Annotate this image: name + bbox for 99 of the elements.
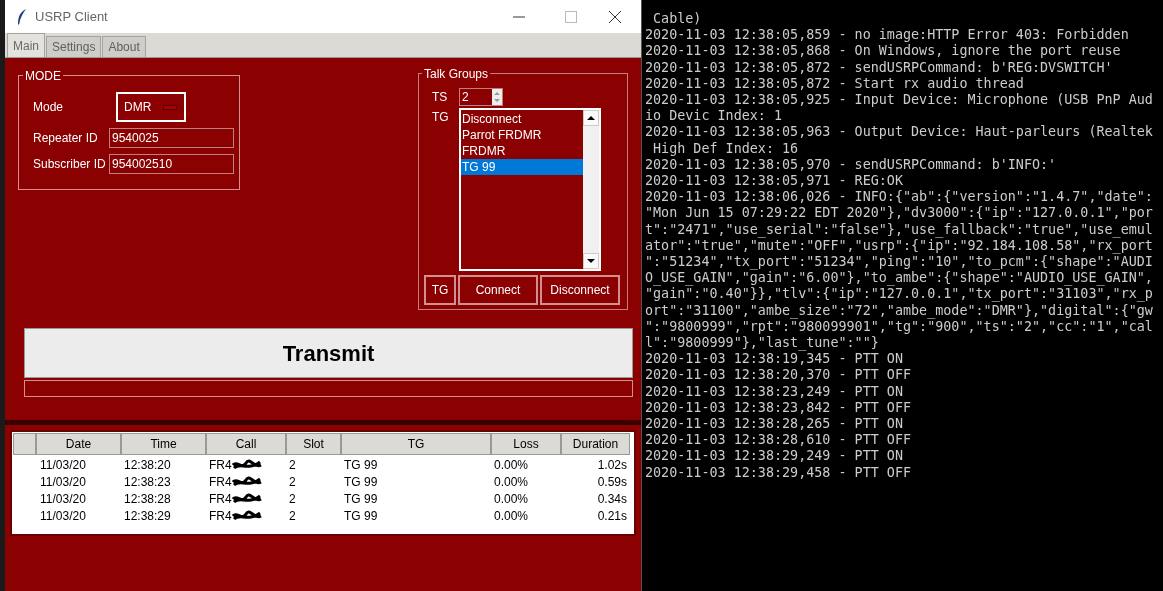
scroll-up-icon[interactable]	[583, 110, 599, 126]
redaction-scribble-icon	[231, 458, 262, 471]
console-line: 2020-11-03 12:38:23,249 - PTT ON	[645, 383, 904, 400]
action-button[interactable]: TG	[424, 275, 456, 305]
talk-group-listbox[interactable]: Disconnect Parrot FRDMR FRDMR TG 99	[459, 108, 601, 271]
column-header[interactable]: TG	[341, 433, 491, 455]
console-line: 2020-11-03 12:38:05,970 - sendUSRPCommand: b'INFO:'	[645, 156, 1058, 174]
table-cell-text: 12:38:20	[124, 456, 171, 474]
table-cell-text: 0.00%	[494, 473, 529, 491]
table-cell-text: 12:38:28	[124, 490, 171, 508]
console-line: Cable)	[652, 11, 703, 28]
scrollbar[interactable]	[583, 110, 599, 269]
table-cell-text: 12:38:29	[124, 507, 171, 525]
list-item[interactable]: Disconnect	[461, 111, 583, 127]
console-line: 2020-11-03 12:38:29,458 - PTT OFF	[645, 464, 913, 481]
action-button[interactable]: Connect	[458, 275, 538, 305]
table-cell-text: 11/03/20	[40, 473, 86, 491]
table-cell-text: FR4	[209, 507, 232, 525]
console-line: ator":"true","mute":"OFF","usrp":{"ip":"92.184.108.58","rx_port	[645, 237, 1154, 255]
console-line: 2020-11-03 12:38:05,925 - Input Device: Microphone (USB PnP Aud	[645, 92, 1154, 109]
maximize-icon[interactable]	[565, 10, 577, 23]
mode-label: Mode	[33, 99, 65, 116]
console-line: High Def Index: 16	[652, 140, 800, 157]
console-line: 2020-11-03 12:38:23,842 - PTT OFF	[645, 399, 913, 417]
table-cell-text: 0.00%	[494, 490, 529, 508]
redaction-scribble-icon	[231, 492, 262, 505]
table-cell-text: 11/03/20	[40, 507, 86, 525]
mode-dropdown[interactable]: DMR	[116, 92, 186, 122]
tab[interactable]: About	[102, 36, 146, 57]
console-line: ":"51234","tx_port":"51234","ping":"10","to_pcm":{"shape":"AUDI	[645, 254, 1154, 271]
table-cell-text: 0.21s	[597, 507, 627, 525]
column-header[interactable]: Slot	[286, 433, 341, 455]
spinner-arrows-icon[interactable]	[492, 89, 502, 105]
input-field[interactable]: 9540025	[109, 128, 234, 148]
input-field[interactable]: 954002510	[109, 154, 234, 174]
console-line: 2020-11-03 12:38:05,971 - REG:OK	[645, 173, 904, 190]
action-button[interactable]: Disconnect	[540, 275, 620, 305]
table-cell-text: 11/03/20	[40, 456, 86, 474]
console-line: 2020-11-03 12:38:05,872 - sendUSRPCommand: b'REG:DVSWITCH'	[645, 59, 1114, 76]
table-cell-text: TG 99	[344, 490, 378, 508]
list-item[interactable]: Parrot FRDMR	[461, 127, 583, 143]
scroll-down-icon[interactable]	[583, 253, 599, 269]
column-header[interactable]: Time	[121, 433, 206, 455]
table-cell-text: TG 99	[344, 507, 378, 525]
table-cell-text: 11/03/20	[40, 490, 86, 508]
transmit-button[interactable]: Transmit	[24, 328, 633, 378]
console-line: ":"9800999","rpt":"980099901","tg":"900","ts":"2","cc":"1","cal	[645, 318, 1154, 336]
console-line: 2020-11-03 12:38:05,868 - On Windows, ignore the port reuse	[645, 43, 1122, 60]
console-line: 2020-11-03 12:38:05,859 - no image:HTTP Error 403: Forbidden	[645, 27, 1130, 44]
table-cell-text: 2	[289, 473, 296, 491]
list-item[interactable]: TG 99	[461, 159, 583, 175]
column-header[interactable]	[13, 433, 36, 455]
close-icon[interactable]	[609, 10, 621, 23]
table-cell-text: TG 99	[344, 456, 378, 474]
table-cell-text: 0.00%	[494, 507, 529, 525]
column-header[interactable]: Duration	[561, 433, 630, 455]
ts-label: TS	[432, 89, 449, 106]
console-line: 2020-11-03 12:38:05,872 - Start rx audio thread	[645, 75, 1025, 92]
table-cell-text: 12:38:23	[124, 473, 171, 491]
tab[interactable]: Settings	[46, 36, 102, 57]
redaction-scribble-icon	[231, 475, 262, 488]
tg-label: TG	[432, 109, 450, 126]
feather-icon	[17, 8, 27, 25]
column-header[interactable]: Call	[206, 433, 286, 455]
table-cell-text: FR4	[209, 473, 232, 491]
console-line: 2020-11-03 12:38:29,249 - PTT ON	[645, 448, 904, 465]
field-label: Repeater ID	[33, 130, 99, 147]
column-header[interactable]: Loss	[491, 433, 561, 455]
ts-spinbox[interactable]: 2	[459, 88, 503, 106]
console-line: ort":"31100","ambe_size":"72","ambe_mode":"DMR"},"digital":{"gw	[645, 302, 1154, 319]
redaction-scribble-icon	[231, 509, 262, 522]
console-line: 2020-11-03 12:38:05,963 - Output Device: Haut-parleurs (Realtek	[645, 124, 1154, 141]
table-cell-text: 2	[289, 456, 296, 474]
console-line: O_USE_GAIN","gain":"6.00"},"to_ambe":{"shape":"AUDIO_USE_GAIN",	[645, 270, 1154, 287]
console-line: 2020-11-03 12:38:20,370 - PTT OFF	[645, 367, 913, 384]
console-line: 2020-11-03 12:38:28,265 - PTT ON	[645, 416, 904, 433]
console-line: io Devic Index: 1	[645, 108, 784, 125]
console-line: "Mon Jun 15 07:29:22 EDT 2020"},"dv3000":{"ip":"127.0.0.1","por	[645, 205, 1154, 222]
console-line: "gain":"0.40"}},"tlv":{"ip":"127.0.0.1","tx_port":"31103","rx_p	[645, 286, 1154, 303]
field-label: Subscriber ID	[33, 156, 107, 173]
table-cell-text: 0.59s	[597, 473, 627, 491]
table-cell-text: 2	[289, 507, 296, 525]
console-line: 2020-11-03 12:38:19,345 - PTT ON	[645, 351, 904, 368]
column-header[interactable]: Date	[36, 433, 121, 455]
table-cell-text: 0.34s	[597, 490, 627, 508]
console-line: t":"2471","use_serial":"false"},"use_fallback":"true","use_emul	[645, 221, 1154, 238]
table-cell-text: FR4	[209, 490, 232, 508]
window-title: USRP Client	[35, 7, 108, 26]
tab[interactable]: Main	[7, 33, 45, 57]
table-cell-text: FR4	[209, 456, 232, 474]
table-cell-text: 2	[289, 490, 296, 508]
table-cell-text: 1.02s	[597, 456, 627, 474]
console-line: l":"9800999"},"last_tune":""}	[645, 335, 880, 352]
table-cell-text: TG 99	[344, 473, 378, 491]
table-cell-text: 0.00%	[494, 456, 529, 474]
indicator-icon	[163, 104, 178, 110]
console-line: 2020-11-03 12:38:06,026 - INFO:{"ab":{"version":"1.4.7","date":	[645, 189, 1154, 206]
list-item[interactable]: FRDMR	[461, 143, 583, 159]
console-line: 2020-11-03 12:38:28,610 - PTT OFF	[645, 432, 913, 449]
